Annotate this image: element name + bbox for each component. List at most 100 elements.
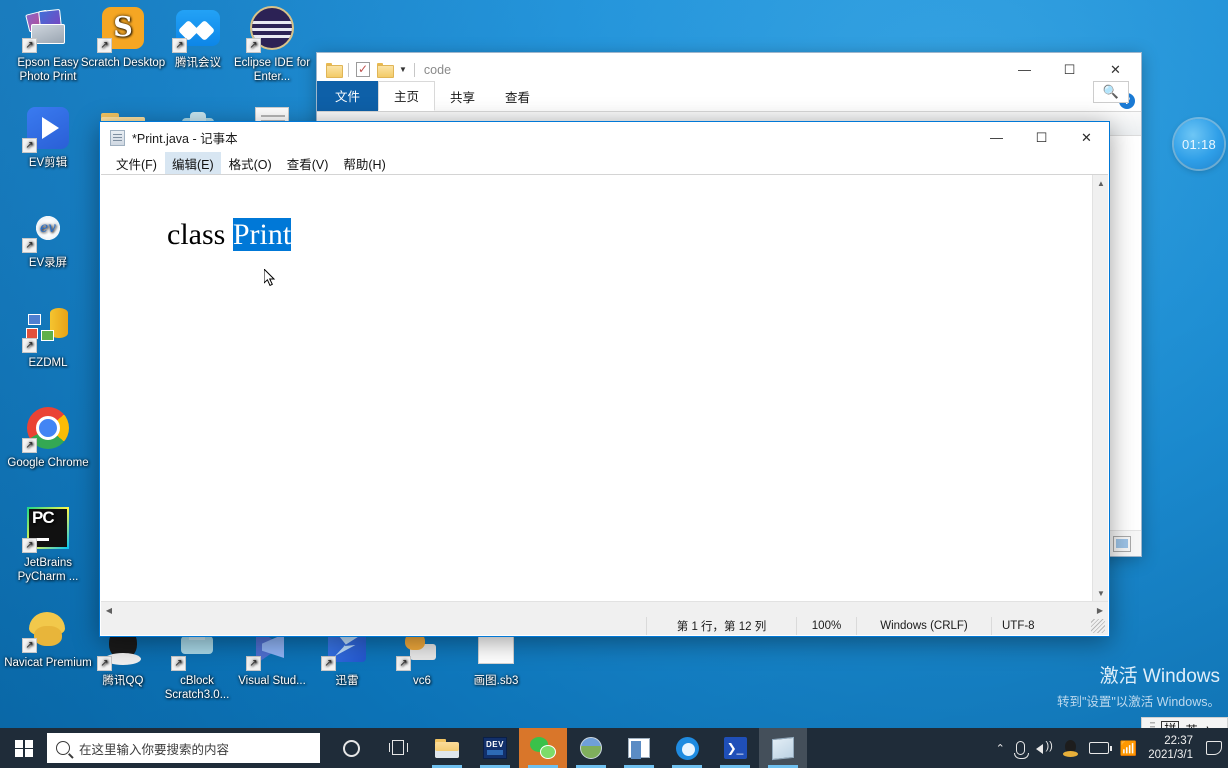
shortcut-arrow-icon — [22, 138, 37, 153]
resize-grip[interactable] — [1091, 619, 1105, 633]
shortcut-arrow-icon — [22, 438, 37, 453]
shortcut-arrow-icon — [171, 656, 186, 671]
scroll-left-icon[interactable]: ◀ — [101, 602, 117, 618]
epson-photo-print-icon — [22, 4, 72, 53]
pycharm-icon: PC — [22, 504, 72, 553]
taskbar-button-app-window[interactable] — [615, 728, 663, 768]
desktop-icon-jetbrains-pycharm[interactable]: PC JetBrains PyCharm ... — [4, 504, 92, 584]
tab-view[interactable]: 查看 — [490, 83, 545, 111]
taskbar-button-powershell[interactable]: ❯_ — [711, 728, 759, 768]
clock-date: 2021/3/1 — [1148, 749, 1193, 761]
notepad-text-selected: Print — [232, 218, 292, 251]
taskbar-button-task-view[interactable] — [375, 728, 423, 768]
taskbar-button-wechat[interactable] — [519, 728, 567, 768]
desktop-icon-eclipse-ide[interactable]: Eclipse IDE for Enter... — [228, 4, 316, 84]
folder-icon[interactable] — [326, 63, 343, 78]
explorer-search-box[interactable]: 🔍 — [1093, 81, 1129, 103]
chevron-down-icon[interactable]: ▼ — [399, 65, 407, 74]
floating-timer-widget[interactable]: 01:18 — [1174, 119, 1224, 169]
scroll-up-icon[interactable]: ▲ — [1093, 175, 1109, 191]
explorer-ribbon-tabs[interactable]: 文件 主页 共享 查看 ⌃ ? — [317, 81, 1141, 112]
notepad-text-plain: class — [167, 218, 233, 251]
notepad-status-bar: 第 1 行，第 12 列 100% Windows (CRLF) UTF-8 — [101, 617, 1108, 635]
volume-icon[interactable] — [1035, 740, 1053, 755]
menu-edit[interactable]: 编辑(E) — [164, 152, 221, 175]
tab-home[interactable]: 主页 — [378, 81, 436, 111]
notepad-vertical-scrollbar[interactable]: ▲ ▼ — [1092, 175, 1108, 601]
ev-recorder-icon: ev — [22, 204, 72, 253]
explorer-maximize-button[interactable]: ☐ — [1047, 54, 1092, 86]
wechat-icon — [530, 737, 556, 759]
taskbar-buttons[interactable]: DEV ❯_ — [327, 728, 807, 768]
notepad-minimize-button[interactable]: — — [974, 123, 1019, 153]
tab-file[interactable]: 文件 — [317, 81, 379, 111]
watermark-title: 激活 Windows — [1099, 666, 1220, 687]
desktop-icon-google-chrome[interactable]: Google Chrome — [4, 404, 92, 470]
taskbar-button-photos[interactable] — [567, 728, 615, 768]
photos-icon — [580, 737, 602, 759]
explorer-minimize-button[interactable]: — — [1002, 54, 1047, 86]
powershell-icon: ❯_ — [723, 737, 747, 759]
large-icons-view-icon[interactable] — [1113, 535, 1131, 552]
desktop-icon-ezdml[interactable]: EZDML — [4, 304, 92, 370]
ezdml-icon — [22, 304, 72, 353]
notepad-title-bar[interactable]: *Print.java - 记事本 — ☐ ✕ — [100, 122, 1109, 153]
status-zoom-level[interactable]: 100% — [796, 617, 856, 635]
properties-icon[interactable] — [356, 62, 370, 77]
notepad-text-content[interactable]: class Print — [101, 175, 1092, 601]
notepad-window[interactable]: *Print.java - 记事本 — ☐ ✕ 文件(F) 编辑(E) 格式(O… — [99, 121, 1110, 637]
notepad-maximize-button[interactable]: ☐ — [1019, 123, 1064, 153]
microphone-icon[interactable] — [1013, 741, 1029, 759]
scroll-right-icon[interactable]: ▶ — [1092, 602, 1108, 618]
taskbar-clock[interactable]: 22:37 2021/3/1 — [1148, 734, 1195, 762]
search-icon — [56, 741, 70, 755]
menu-view[interactable]: 查看(V) — [280, 152, 336, 175]
desktop-icon-ev-recorder[interactable]: ev EV录屏 — [4, 204, 92, 270]
desktop-icon-label: 画图.sb3 — [473, 675, 519, 687]
start-button[interactable] — [0, 728, 47, 768]
quick-access-toolbar[interactable]: ▼ — [326, 62, 415, 78]
app-window-icon — [628, 738, 650, 759]
taskbar[interactable]: 在这里输入你要搜索的内容 DEV ❯_ ⌃)) 📶 22:37 2021/3/… — [0, 728, 1228, 768]
battery-icon[interactable] — [1088, 742, 1112, 754]
desktop-icon-label: Eclipse IDE for Enter... — [233, 57, 311, 83]
taskbar-button-cortana[interactable] — [327, 728, 375, 768]
network-icon[interactable]: 📶 — [1120, 740, 1137, 757]
separator — [348, 62, 349, 77]
explorer-title-bar[interactable]: ▼ code — ☐ ✕ — [317, 53, 1141, 86]
menu-format[interactable]: 格式(O) — [222, 152, 279, 175]
notepad-horizontal-scrollbar[interactable]: ◀ ▶ — [101, 601, 1108, 617]
shortcut-arrow-icon — [22, 238, 37, 253]
ev-clip-icon — [22, 104, 72, 153]
scroll-down-icon[interactable]: ▼ — [1093, 585, 1109, 601]
shortcut-arrow-icon — [22, 638, 37, 653]
notepad-editor-area[interactable]: class Print ▲ ▼ — [101, 174, 1108, 601]
system-tray[interactable]: ⌃ 📶 22:37 2021/3/1 — [996, 728, 1228, 768]
shortcut-arrow-icon — [97, 38, 112, 53]
separator — [413, 62, 415, 77]
menu-file[interactable]: 文件(F) — [109, 152, 164, 175]
notepad-close-button[interactable]: ✕ — [1064, 123, 1109, 153]
taskbar-button-notepad[interactable] — [759, 728, 807, 768]
action-center-icon[interactable] — [1206, 741, 1222, 755]
tab-share[interactable]: 共享 — [435, 83, 490, 111]
show-hidden-icons-icon[interactable]: ⌃ — [996, 742, 1005, 755]
cortana-icon — [342, 739, 360, 757]
taskbar-search-input[interactable]: 在这里输入你要搜索的内容 — [47, 733, 320, 763]
notepad-window-controls[interactable]: — ☐ ✕ — [974, 123, 1109, 153]
taskbar-button-quark-browser[interactable] — [663, 728, 711, 768]
notepad-menu-bar[interactable]: 文件(F) 编辑(E) 格式(O) 查看(V) 帮助(H) — [100, 152, 1109, 175]
qq-tray-icon[interactable] — [1062, 739, 1078, 757]
chrome-icon — [22, 404, 72, 453]
taskbar-button-file-explorer[interactable] — [423, 728, 471, 768]
desktop-icon-label: Google Chrome — [7, 457, 89, 469]
desktop-icon-label: EV录屏 — [28, 257, 68, 269]
shortcut-arrow-icon — [396, 656, 411, 671]
shortcut-arrow-icon — [172, 38, 187, 53]
navicat-icon — [22, 604, 72, 653]
new-folder-icon[interactable] — [377, 63, 394, 78]
tencent-meeting-icon — [172, 4, 222, 53]
taskbar-button-dev-cpp[interactable]: DEV — [471, 728, 519, 768]
watermark-subtitle: 转到"设置"以激活 Windows。 — [1056, 695, 1220, 709]
menu-help[interactable]: 帮助(H) — [336, 152, 392, 175]
